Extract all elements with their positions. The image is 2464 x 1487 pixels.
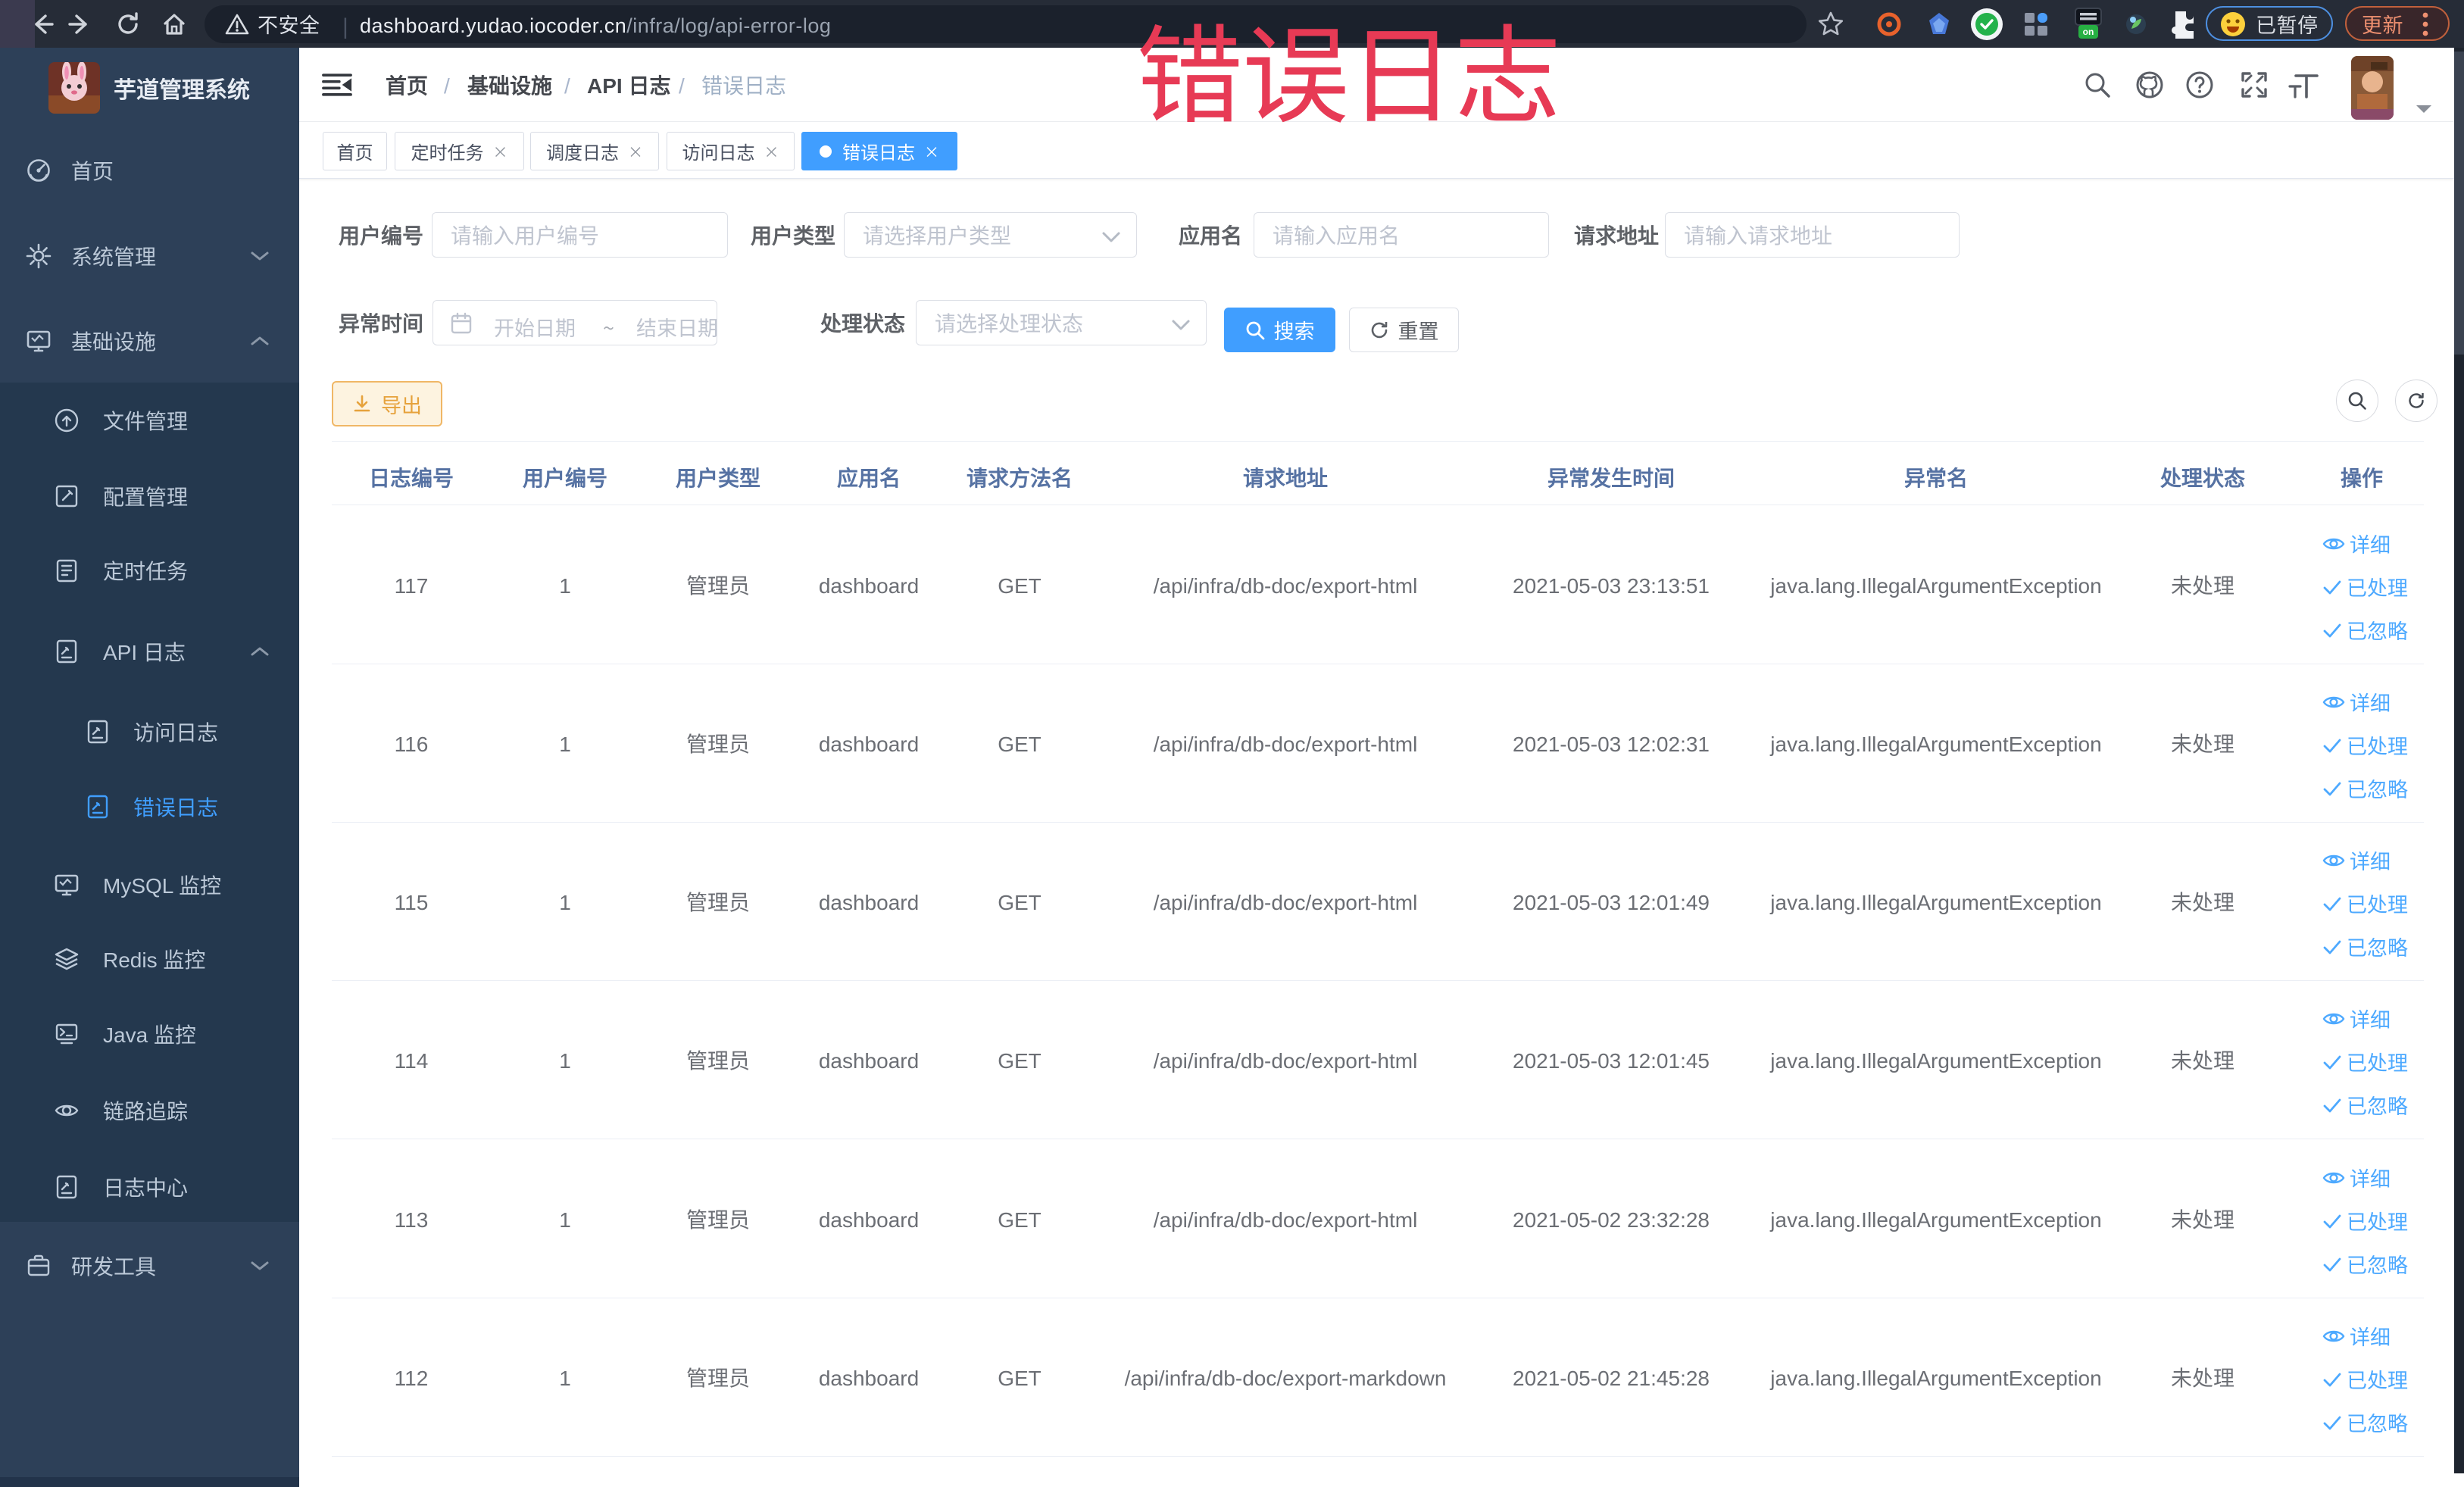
- svg-text:on: on: [2083, 27, 2094, 37]
